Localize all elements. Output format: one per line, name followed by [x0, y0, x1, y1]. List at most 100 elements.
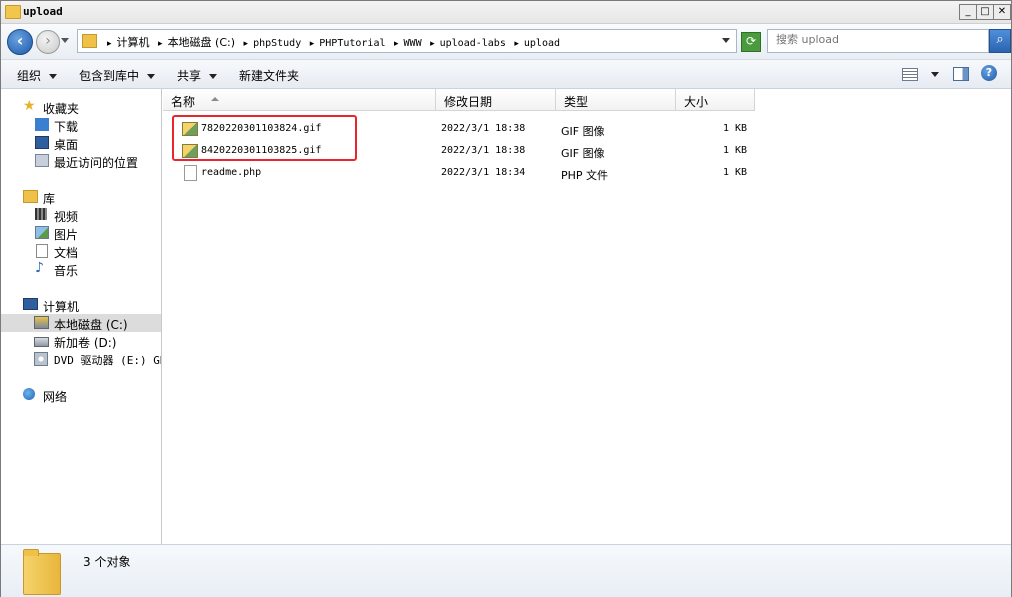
organize-menu[interactable]: 组织 — [17, 67, 58, 84]
column-header-name-label: 名称 — [171, 95, 196, 109]
address-bar-area: ‹ › ▸ 计算机 ▸ 本地磁盘 (C:) ▸ phpStudy ▸ PHPTutori… — [1, 24, 1011, 60]
search-icon[interactable]: ⌕ — [989, 29, 1011, 53]
back-button[interactable]: ‹ — [7, 29, 33, 55]
nav-item-recent-places[interactable]: 最近访问的位置 — [1, 152, 161, 170]
nav-libraries[interactable]: 库 — [1, 188, 161, 206]
file-date: 2022/3/1 18:38 — [441, 123, 526, 134]
change-view-icon[interactable] — [902, 68, 918, 81]
chevron-right-icon[interactable]: ▸ — [107, 39, 112, 49]
pictures-icon — [35, 226, 49, 239]
nav-item-label: 文档 — [54, 246, 79, 260]
file-list: 名称 修改日期 类型 大小 7820220301103824.gif 2022/… — [163, 89, 1011, 544]
crumb-phptutorial[interactable]: PHPTutorial — [319, 38, 385, 49]
nav-item-label: 视频 — [54, 210, 79, 224]
file-size: 1 KB — [723, 145, 748, 156]
column-header-size[interactable]: 大小 — [676, 89, 755, 111]
details-pane: 3 个对象 — [1, 544, 1011, 597]
chevron-right-icon[interactable]: ▸ — [310, 39, 315, 49]
explorer-window: upload _ □ ✕ ‹ › ▸ 计算机 ▸ 本地磁盘 (C:) ▸ phpStu… — [0, 0, 1012, 597]
minimize-button[interactable]: _ — [959, 4, 977, 20]
dvd-drive-icon — [34, 352, 48, 366]
column-header-date-label: 修改日期 — [444, 95, 493, 109]
navigation-pane: ★ 收藏夹 下载 桌面 最近访问的位置 库 视频 图片 文档 ♪ 音乐 计算机 … — [1, 89, 162, 544]
downloads-folder-icon — [35, 118, 49, 131]
chevron-right-icon[interactable]: ▸ — [430, 39, 435, 49]
library-icon — [23, 190, 38, 203]
nav-favorites-label: 收藏夹 — [43, 102, 80, 116]
nav-item-dvd-drive-e[interactable]: DVD 驱动器 (E:) GR — [1, 350, 161, 368]
crumb-phpstudy[interactable]: phpStudy — [253, 38, 301, 49]
command-bar: 组织 包含到库中 共享 新建文件夹 ? — [1, 60, 1011, 89]
system-drive-icon — [34, 316, 49, 329]
file-type: PHP 文件 — [561, 169, 609, 182]
column-header-type[interactable]: 类型 — [556, 89, 676, 111]
preview-pane-icon[interactable] — [953, 67, 969, 81]
nav-item-desktop[interactable]: 桌面 — [1, 134, 161, 152]
search-input[interactable] — [776, 33, 976, 46]
share-label: 共享 — [177, 69, 202, 83]
nav-item-documents[interactable]: 文档 — [1, 242, 161, 260]
chevron-down-icon — [209, 74, 218, 79]
nav-item-local-disk-c[interactable]: 本地磁盘 (C:) — [1, 314, 161, 332]
column-header-name[interactable]: 名称 — [163, 89, 436, 111]
crumb-local-disk[interactable]: 本地磁盘 (C:) — [168, 36, 235, 49]
nav-favorites[interactable]: ★ 收藏夹 — [1, 98, 161, 116]
refresh-button[interactable]: ⟳ — [741, 32, 761, 52]
network-icon — [23, 388, 35, 400]
star-icon: ★ — [23, 98, 36, 114]
nav-item-label: DVD 驱动器 (E:) GR — [54, 354, 162, 367]
help-icon[interactable]: ? — [981, 65, 997, 81]
chevron-right-icon[interactable]: ▸ — [244, 39, 249, 49]
share-menu[interactable]: 共享 — [177, 67, 218, 84]
column-header-date[interactable]: 修改日期 — [436, 89, 556, 111]
computer-icon — [23, 298, 38, 310]
nav-item-label: 最近访问的位置 — [54, 156, 139, 170]
new-folder-button[interactable]: 新建文件夹 — [239, 67, 299, 84]
chevron-right-icon[interactable]: ▸ — [514, 39, 519, 49]
maximize-button[interactable]: □ — [976, 4, 994, 20]
include-in-library-menu[interactable]: 包含到库中 — [79, 67, 156, 84]
address-bar[interactable]: ▸ 计算机 ▸ 本地磁盘 (C:) ▸ phpStudy ▸ PHPTutorial ▸… — [77, 29, 737, 53]
nav-item-music[interactable]: ♪ 音乐 — [1, 260, 161, 278]
php-file-icon — [184, 165, 197, 181]
nav-item-label: 音乐 — [54, 264, 79, 278]
file-row[interactable]: readme.php 2022/3/1 18:34 PHP 文件 1 KB — [163, 163, 763, 183]
crumb-www[interactable]: WWW — [404, 38, 422, 49]
nav-item-volume-d[interactable]: 新加卷 (D:) — [1, 332, 161, 350]
nav-computer[interactable]: 计算机 — [1, 296, 161, 314]
chevron-right-icon[interactable]: ▸ — [158, 39, 163, 49]
close-button[interactable]: ✕ — [993, 4, 1011, 20]
nav-network[interactable]: 网络 — [1, 386, 161, 404]
file-name: readme.php — [201, 167, 262, 178]
documents-icon — [36, 244, 48, 258]
view-options-dropdown[interactable] — [931, 72, 939, 77]
chevron-right-icon[interactable]: ▸ — [394, 39, 399, 49]
nav-item-label: 本地磁盘 (C:) — [54, 318, 128, 332]
file-type: GIF 图像 — [561, 147, 605, 160]
nav-item-videos[interactable]: 视频 — [1, 206, 161, 224]
nav-item-pictures[interactable]: 图片 — [1, 224, 161, 242]
column-header-size-label: 大小 — [684, 95, 709, 109]
recent-places-icon — [35, 154, 49, 167]
crumb-upload-labs[interactable]: upload-labs — [440, 38, 506, 49]
search-box[interactable] — [767, 29, 989, 53]
crumb-computer[interactable]: 计算机 — [117, 36, 150, 49]
forward-button[interactable]: › — [36, 30, 60, 54]
sort-ascending-icon — [211, 97, 219, 101]
column-header-type-label: 类型 — [564, 95, 589, 109]
breadcrumb: ▸ 计算机 ▸ 本地磁盘 (C:) ▸ phpStudy ▸ PHPTutorial ▸… — [102, 34, 560, 50]
file-size: 1 KB — [723, 167, 748, 178]
nav-computer-label: 计算机 — [43, 300, 80, 314]
crumb-upload[interactable]: upload — [524, 38, 560, 49]
nav-libraries-label: 库 — [43, 192, 56, 206]
file-date: 2022/3/1 18:38 — [441, 145, 526, 156]
organize-label: 组织 — [17, 69, 42, 83]
nav-item-downloads[interactable]: 下载 — [1, 116, 161, 134]
chevron-down-icon — [49, 74, 58, 79]
item-count: 3 个对象 — [83, 555, 131, 569]
recent-pages-dropdown[interactable] — [61, 38, 69, 43]
nav-network-label: 网络 — [43, 390, 68, 404]
title-bar: upload _ □ ✕ — [1, 1, 1011, 24]
file-date: 2022/3/1 18:34 — [441, 167, 526, 178]
address-history-dropdown[interactable] — [722, 38, 730, 43]
